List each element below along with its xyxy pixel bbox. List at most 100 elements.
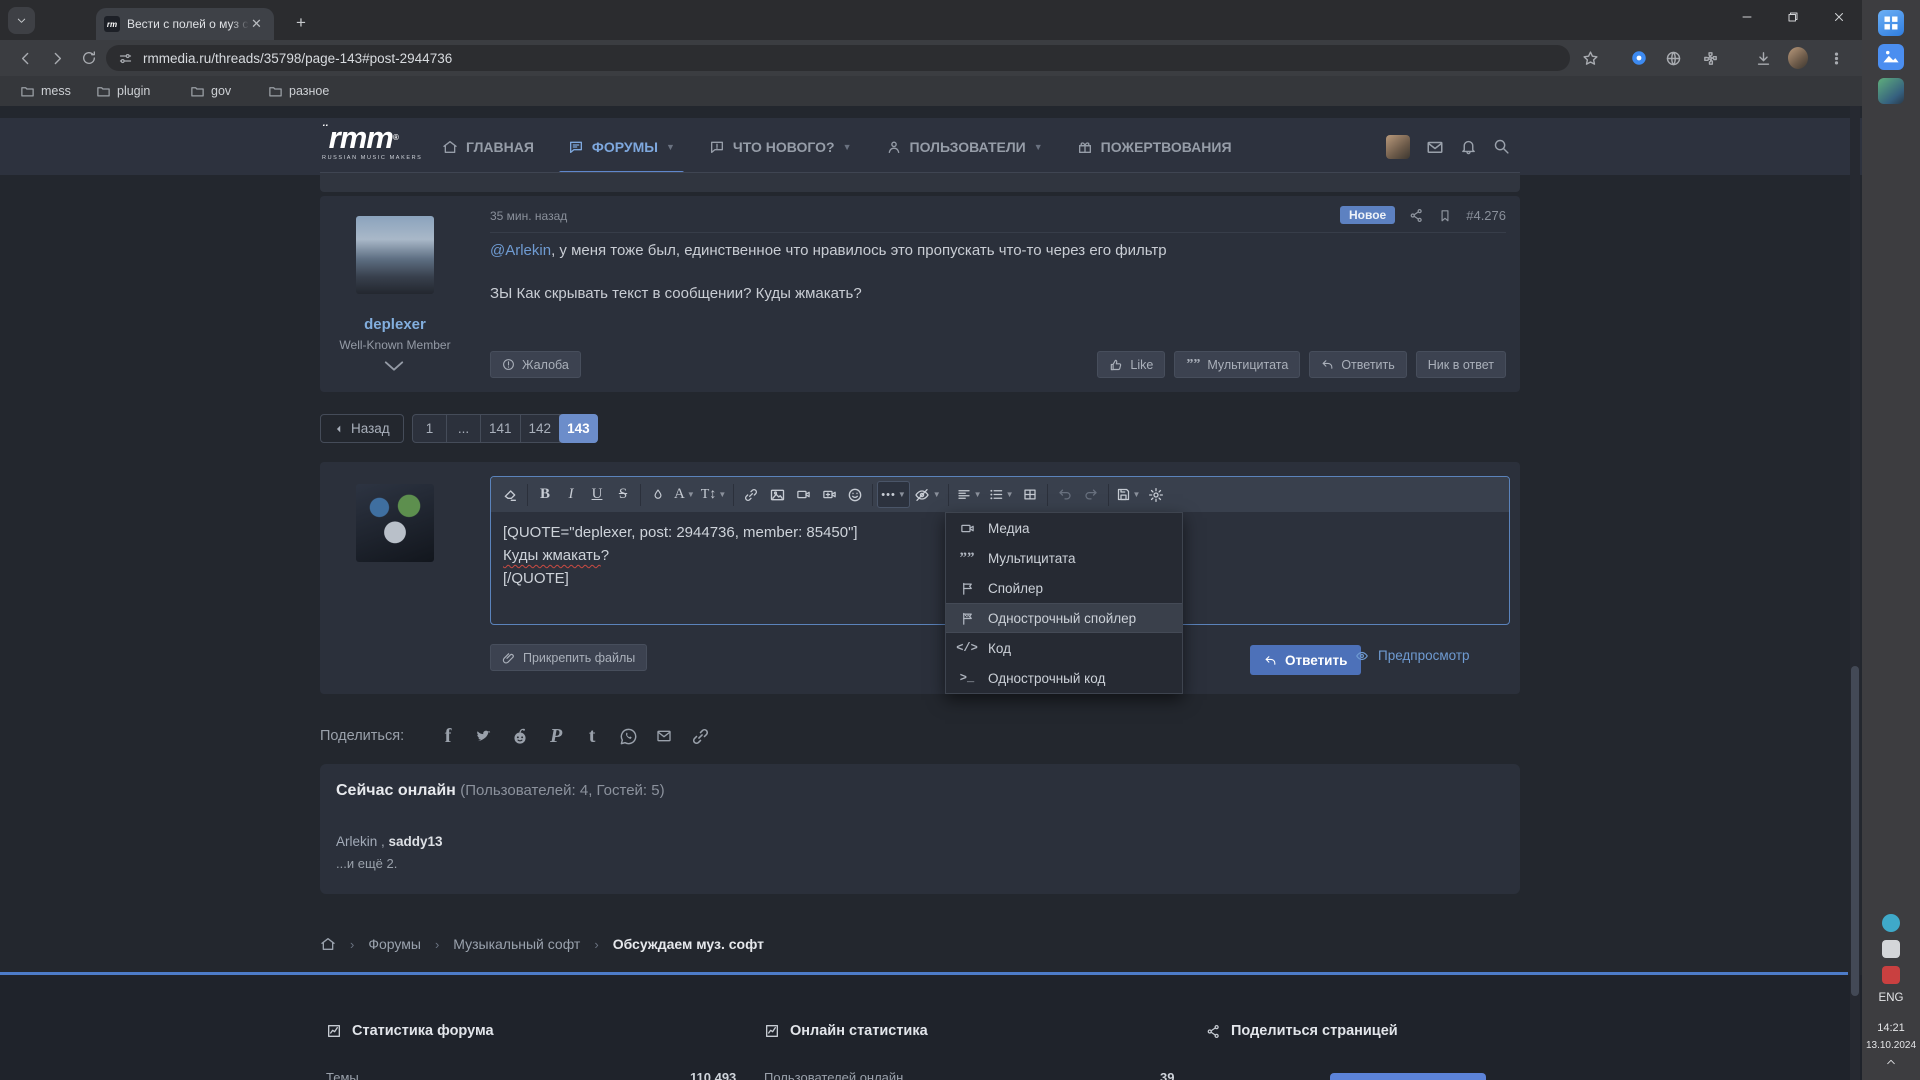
nav-item-users[interactable]: ПОЛЬЗОВАТЕЛИ ▼ xyxy=(869,118,1060,175)
multiquote-button[interactable]: ”” Мультицитата xyxy=(1174,351,1300,378)
globe-extension-icon[interactable] xyxy=(1663,48,1683,68)
page-scrollbar[interactable] xyxy=(1850,106,1860,1080)
menu-item-inline-code[interactable]: >_ Однострочный код xyxy=(946,663,1182,693)
post-timestamp[interactable]: 35 мин. назад xyxy=(490,209,567,223)
report-button[interactable]: Жалоба xyxy=(490,351,581,378)
mention-link[interactable]: @Arlekin xyxy=(490,242,551,259)
redo-button[interactable] xyxy=(1078,481,1104,508)
drafts-button[interactable]: ▼ xyxy=(1113,481,1144,508)
like-button[interactable]: Like xyxy=(1097,351,1165,378)
bold-button[interactable]: B xyxy=(532,481,558,508)
browser-menu-icon[interactable] xyxy=(1826,48,1846,68)
taskbar-app-icon[interactable] xyxy=(1878,10,1904,36)
nav-item-forums[interactable]: ФОРУМЫ ▼ xyxy=(551,118,692,175)
whatsapp-icon[interactable] xyxy=(610,727,646,746)
menu-item-multiquote[interactable]: ”” Мультицитата xyxy=(946,543,1182,573)
insert-link-button[interactable] xyxy=(738,481,764,508)
alignment-button[interactable]: ▼ xyxy=(953,481,985,508)
author-expand-chevron-icon[interactable] xyxy=(383,360,405,372)
editor-settings-button[interactable] xyxy=(1143,481,1169,508)
smilies-button[interactable] xyxy=(842,481,868,508)
restore-button[interactable] xyxy=(1770,0,1816,34)
address-bar[interactable]: rmmedia.ru/threads/35798/page-143#post-2… xyxy=(106,45,1570,71)
submit-reply-button[interactable]: Ответить xyxy=(1250,645,1361,675)
new-tab-button[interactable]: + xyxy=(288,10,314,36)
footer-share-button-partial[interactable] xyxy=(1330,1073,1486,1080)
extensions-puzzle-icon[interactable] xyxy=(1700,48,1720,68)
font-size-button[interactable]: T↕▼ xyxy=(698,481,729,508)
breadcrumb-link[interactable]: Музыкальный софт xyxy=(453,936,580,952)
page-ellipsis[interactable]: ... xyxy=(447,415,481,442)
tray-expand-chevron-icon[interactable] xyxy=(1862,1058,1920,1066)
more-options-button[interactable]: •••▼ xyxy=(877,481,909,508)
post-author-avatar[interactable] xyxy=(356,216,434,294)
reload-button[interactable] xyxy=(78,47,100,69)
italic-button[interactable]: I xyxy=(558,481,584,508)
post-number[interactable]: #4.276 xyxy=(1466,208,1506,223)
text-color-button[interactable] xyxy=(645,481,671,508)
online-user-link[interactable]: saddy13 xyxy=(389,834,443,849)
bookmark-folder[interactable]: gov xyxy=(190,81,231,101)
menu-item-media[interactable]: Медиа xyxy=(946,513,1182,543)
list-button[interactable]: ▼ xyxy=(985,481,1017,508)
keyboard-language[interactable]: ENG xyxy=(1862,992,1920,1004)
nav-item-whats-new[interactable]: ЧТО НОВОГО? ▼ xyxy=(692,118,869,175)
bookmark-star-icon[interactable] xyxy=(1580,48,1600,68)
close-button[interactable] xyxy=(1816,0,1862,34)
tab-close-icon[interactable]: ✕ xyxy=(251,16,262,32)
insert-video-button[interactable] xyxy=(790,481,816,508)
nav-item-home[interactable]: ГЛАВНАЯ xyxy=(425,118,551,175)
breadcrumb-link[interactable]: Форумы xyxy=(368,936,421,952)
taskbar-app-icon[interactable] xyxy=(1878,78,1904,104)
insert-image-button[interactable] xyxy=(764,481,790,508)
search-icon[interactable] xyxy=(1493,138,1510,155)
user-avatar[interactable] xyxy=(1386,135,1410,159)
minimize-button[interactable] xyxy=(1724,0,1770,34)
share-icon[interactable] xyxy=(1409,208,1424,223)
site-info-icon[interactable] xyxy=(118,51,133,66)
home-icon[interactable] xyxy=(320,936,336,952)
insert-table-button[interactable] xyxy=(1017,481,1043,508)
facebook-icon[interactable]: f xyxy=(430,726,466,746)
alerts-bell-icon[interactable] xyxy=(1460,138,1477,155)
downloads-icon[interactable] xyxy=(1753,48,1773,68)
strikethrough-button[interactable]: S xyxy=(610,481,636,508)
current-user-avatar[interactable] xyxy=(356,484,434,562)
bookmark-folder[interactable]: разное xyxy=(268,81,329,101)
browser-tab[interactable]: rm Вести с полей о муз софте | Rm ✕ xyxy=(96,8,274,40)
underline-button[interactable]: U xyxy=(584,481,610,508)
remove-format-button[interactable] xyxy=(497,481,523,508)
nick-reply-button[interactable]: Ник в ответ xyxy=(1416,351,1506,378)
tumblr-icon[interactable]: t xyxy=(574,726,610,746)
online-user-link[interactable]: Arlekin xyxy=(336,834,377,849)
post-author-name[interactable]: deplexer xyxy=(320,316,470,333)
attach-files-button[interactable]: Прикрепить файлы xyxy=(490,644,647,671)
page-link[interactable]: 142 xyxy=(521,415,561,442)
reddit-icon[interactable] xyxy=(502,727,538,746)
preview-button[interactable]: Предпросмотр xyxy=(1354,648,1470,663)
clock-date[interactable]: 13.10.2024 xyxy=(1862,1040,1920,1051)
clock-time[interactable]: 14:21 xyxy=(1862,1022,1920,1034)
menu-item-spoiler[interactable]: Спойлер xyxy=(946,573,1182,603)
tray-icon[interactable] xyxy=(1882,940,1900,958)
pagination-back-button[interactable]: Назад xyxy=(320,414,404,443)
scrollbar-thumb[interactable] xyxy=(1851,666,1859,996)
email-icon[interactable] xyxy=(646,728,682,744)
pinterest-icon[interactable]: P xyxy=(538,726,574,746)
extension-blue-icon[interactable] xyxy=(1629,48,1649,68)
bookmark-folder[interactable]: plugin xyxy=(96,81,150,101)
bookmark-icon[interactable] xyxy=(1438,208,1452,223)
insert-media-button[interactable] xyxy=(816,481,842,508)
back-button[interactable] xyxy=(14,47,36,69)
menu-item-inline-spoiler[interactable]: Однострочный спойлер xyxy=(946,603,1182,633)
copy-link-icon[interactable] xyxy=(682,727,718,746)
inbox-icon[interactable] xyxy=(1426,138,1444,156)
tray-icon[interactable] xyxy=(1882,966,1900,984)
menu-item-code[interactable]: </> Код xyxy=(946,633,1182,663)
page-link[interactable]: 1 xyxy=(413,415,447,442)
nav-item-donations[interactable]: ПОЖЕРТВОВАНИЯ xyxy=(1060,118,1249,175)
tab-search-button[interactable] xyxy=(8,7,35,34)
forward-button[interactable] xyxy=(46,47,68,69)
spoiler-button[interactable]: ▼ xyxy=(910,481,944,508)
page-link[interactable]: 141 xyxy=(481,415,521,442)
